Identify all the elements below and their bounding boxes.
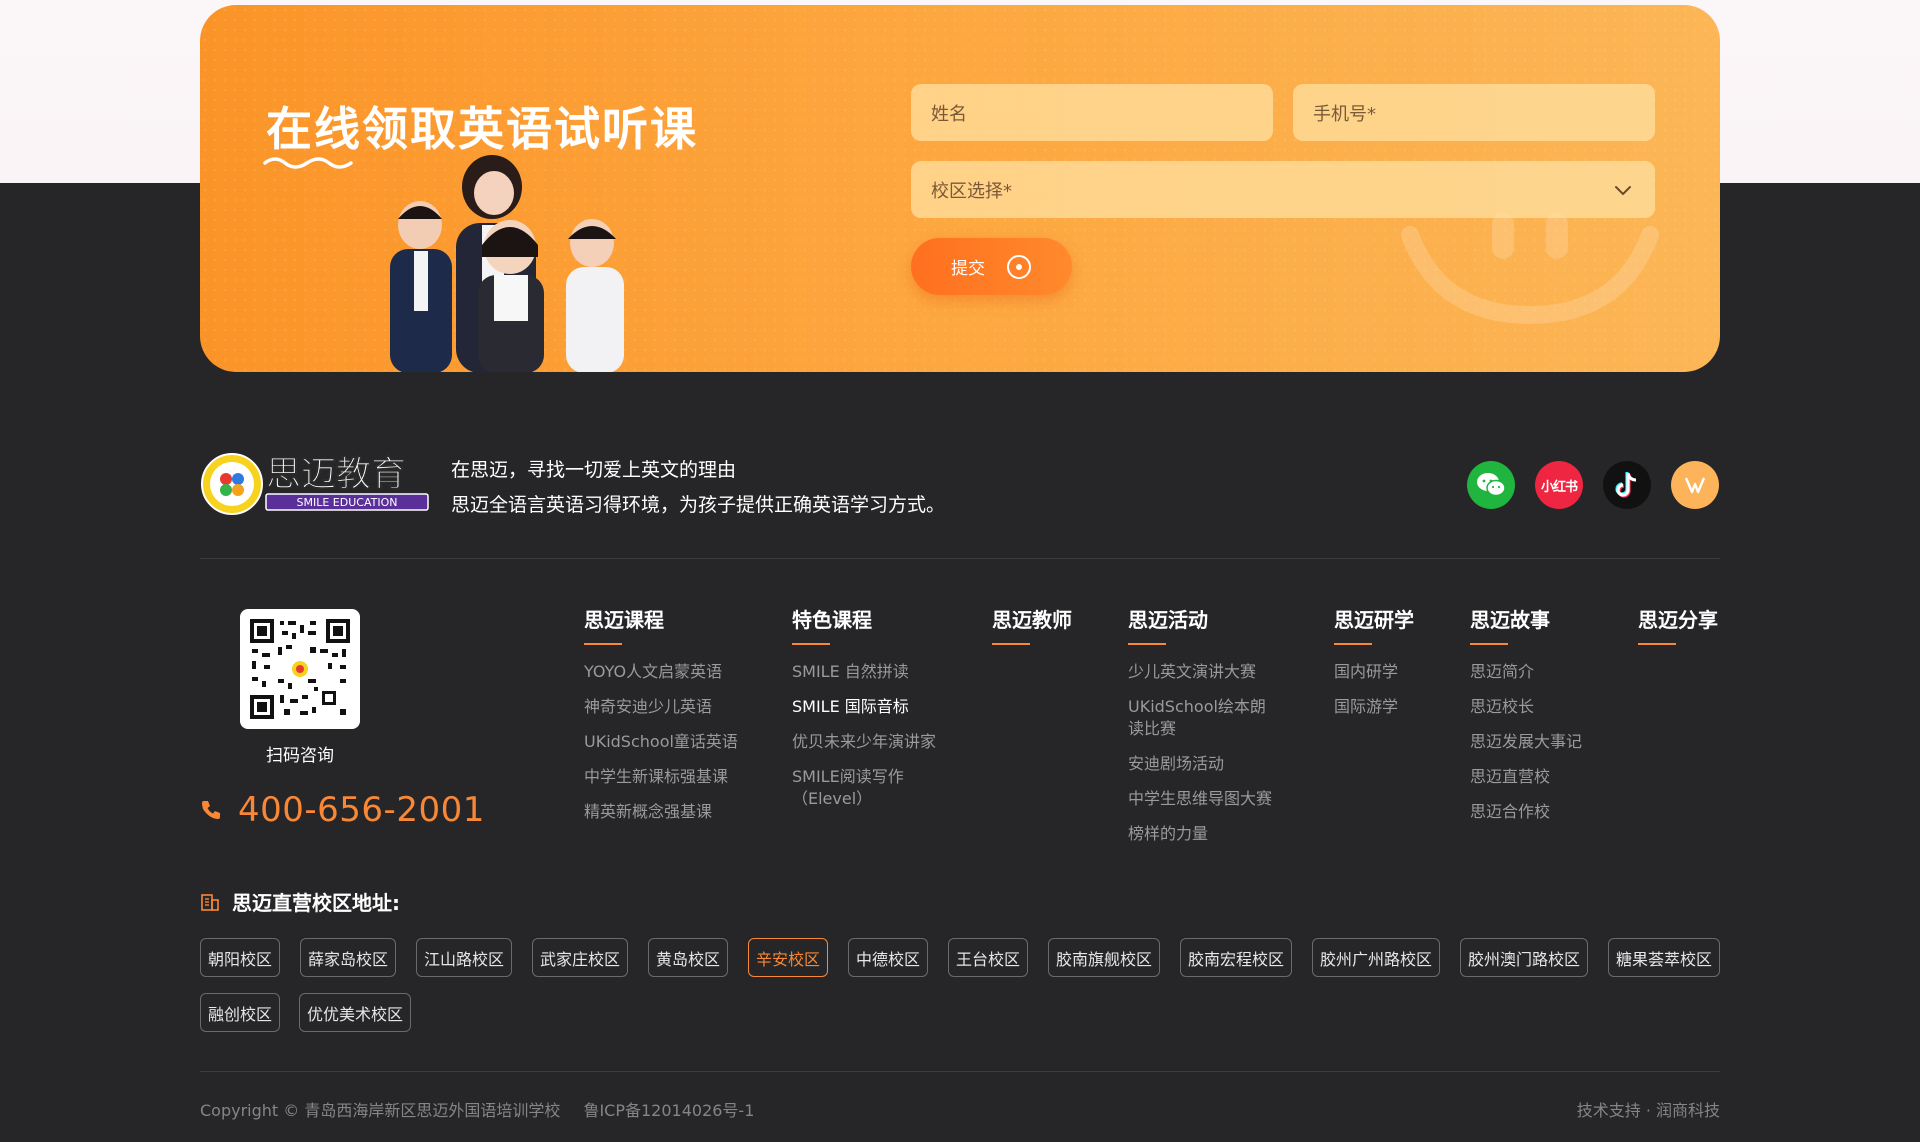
submit-button[interactable]: 提交 [911,238,1072,295]
nav-link[interactable]: UKidSchool童话英语 [584,731,738,753]
nav-column-courses: 思迈课程 YOYO人文启蒙英语 神奇安迪少儿英语 UKidSchool童话英语 … [584,604,738,836]
slogan-line-1: 在思迈，寻找一切爱上英文的理由 [451,459,737,481]
nav-link[interactable]: UKidSchool绘本朗读比赛 [1128,696,1273,740]
nav-title-special-courses[interactable]: 特色课程 [792,604,936,645]
nav-link[interactable]: 思迈校长 [1470,696,1582,718]
campus-tag[interactable]: 武家庄校区 [532,938,628,977]
hotline[interactable]: 400-656-2001 [200,790,485,830]
campus-heading: 思迈直营校区地址: [200,887,400,916]
nav-link[interactable]: SMILE 国际音标 [792,696,936,718]
logo-subtext: SMILE EDUCATION [297,496,398,509]
campus-tag[interactable]: 优优美术校区 [299,993,411,1032]
campus-tag[interactable]: 朝阳校区 [200,938,280,977]
nav-link[interactable]: 思迈合作校 [1470,801,1582,823]
brand-slogan: 在思迈，寻找一切爱上英文的理由 思迈全语言英语习得环境，为孩子提供正确英语学习方… [451,453,945,523]
campus-tag-active[interactable]: 辛安校区 [748,938,828,977]
campus-tag[interactable]: 中德校区 [848,938,928,977]
campus-tag[interactable]: 王台校区 [948,938,1028,977]
nav-link[interactable]: 国际游学 [1334,696,1414,718]
footer-copyright: Copyright © 青岛西海岸新区思迈外国语培训学校 鲁ICP备120140… [200,1097,772,1121]
qr-code-label: 扫码咨询 [266,746,334,766]
campus-tag[interactable]: 糖果荟萃校区 [1608,938,1720,977]
nav-link[interactable]: SMILE阅读写作（Elevel） [792,766,922,810]
icp-link[interactable]: 鲁ICP备12014026号-1 [583,1101,754,1120]
nav-title-share[interactable]: 思迈分享 [1638,604,1718,645]
social-links: 小红书 [1467,461,1719,509]
campus-heading-text: 思迈直营校区地址: [232,891,400,915]
nav-link[interactable]: 国内研学 [1334,661,1414,683]
phone-number[interactable]: 400-656-2001 [238,790,485,830]
nav-link[interactable]: 少儿英文演讲大赛 [1128,661,1273,683]
nav-link[interactable]: 神奇安迪少儿英语 [584,696,738,718]
smile-education-logo: 思迈教育 SMILE EDUCATION [201,453,429,515]
campus-tag[interactable]: 胶南旗舰校区 [1048,938,1160,977]
nav-column-special-courses: 特色课程 SMILE 自然拼读 SMILE 国际音标 优贝未来少年演讲家 SMI… [792,604,936,823]
campus-tag[interactable]: 胶州广州路校区 [1312,938,1440,977]
nav-link[interactable]: 安迪剧场活动 [1128,753,1273,775]
campus-tag[interactable]: 薛家岛校区 [300,938,396,977]
app-icon[interactable] [1671,461,1719,509]
nav-column-stories: 思迈故事 思迈简介 思迈校长 思迈发展大事记 思迈直营校 思迈合作校 [1470,604,1582,836]
children-photo-illustration [390,155,624,372]
nav-title-stories[interactable]: 思迈故事 [1470,604,1582,645]
campus-tag[interactable]: 黄岛校区 [648,938,728,977]
copyright-text: Copyright © 青岛西海岸新区思迈外国语培训学校 [200,1101,561,1120]
nav-column-study-tours: 思迈研学 国内研学 国际游学 [1334,604,1414,731]
nav-column-share: 思迈分享 [1638,604,1718,645]
campus-tag[interactable]: 胶南宏程校区 [1180,938,1292,977]
campus-select-placeholder: 校区选择* [931,180,1012,202]
campus-tag[interactable]: 融创校区 [200,993,280,1032]
tech-support-link[interactable]: 技术支持 · 润商科技 [1577,1097,1720,1121]
record-circle-icon [1007,254,1031,279]
nav-link[interactable]: SMILE 自然拼读 [792,661,936,683]
nav-link[interactable]: 中学生思维导图大赛 [1128,788,1273,810]
building-icon [201,893,219,911]
footer-divider [200,1071,1720,1072]
nav-link[interactable]: 榜样的力量 [1128,823,1273,845]
campus-select[interactable]: 校区选择* [911,161,1655,218]
name-input-placeholder: 姓名 [931,103,967,125]
nav-column-activities: 思迈活动 少儿英文演讲大赛 UKidSchool绘本朗读比赛 安迪剧场活动 中学… [1128,604,1273,858]
nav-title-courses[interactable]: 思迈课程 [584,604,738,645]
phone-icon [202,801,220,819]
nav-title-study-tours[interactable]: 思迈研学 [1334,604,1414,645]
nav-link[interactable]: 思迈简介 [1470,661,1582,683]
trial-class-banner: 在线领取英语试听课 姓名 手机号* 校区选择* 提交 [200,5,1720,372]
nav-title-teachers[interactable]: 思迈教师 [992,604,1072,645]
slogan-line-2: 思迈全语言英语习得环境，为孩子提供正确英语学习方式。 [451,494,946,516]
submit-button-label: 提交 [951,259,985,279]
section-divider [200,558,1720,559]
name-input[interactable]: 姓名 [911,84,1273,141]
xiaohongshu-icon[interactable]: 小红书 [1535,461,1583,509]
xiaohongshu-label: 小红书 [1540,479,1578,495]
qr-code-image[interactable] [240,609,360,729]
phone-input[interactable]: 手机号* [1293,84,1655,141]
nav-link[interactable]: YOYO人文启蒙英语 [584,661,738,683]
phone-input-placeholder: 手机号* [1313,103,1376,125]
logo-text: 思迈教育 [266,455,406,495]
smiley-decoration-icon [1401,213,1659,325]
chevron-down-icon [1615,185,1631,195]
campus-tag[interactable]: 江山路校区 [416,938,512,977]
wechat-icon[interactable] [1467,461,1515,509]
nav-column-teachers: 思迈教师 [992,604,1072,645]
douyin-icon[interactable] [1603,461,1651,509]
campus-tag[interactable]: 胶州澳门路校区 [1460,938,1588,977]
nav-link[interactable]: 思迈直营校 [1470,766,1582,788]
nav-title-activities[interactable]: 思迈活动 [1128,604,1273,645]
banner-title: 在线领取英语试听课 [266,102,698,156]
nav-link[interactable]: 优贝未来少年演讲家 [792,731,936,753]
nav-link[interactable]: 中学生新课标强基课 [584,766,738,788]
nav-link[interactable]: 精英新概念强基课 [584,801,738,823]
wave-decoration-icon [263,157,353,169]
nav-link[interactable]: 思迈发展大事记 [1470,731,1582,753]
